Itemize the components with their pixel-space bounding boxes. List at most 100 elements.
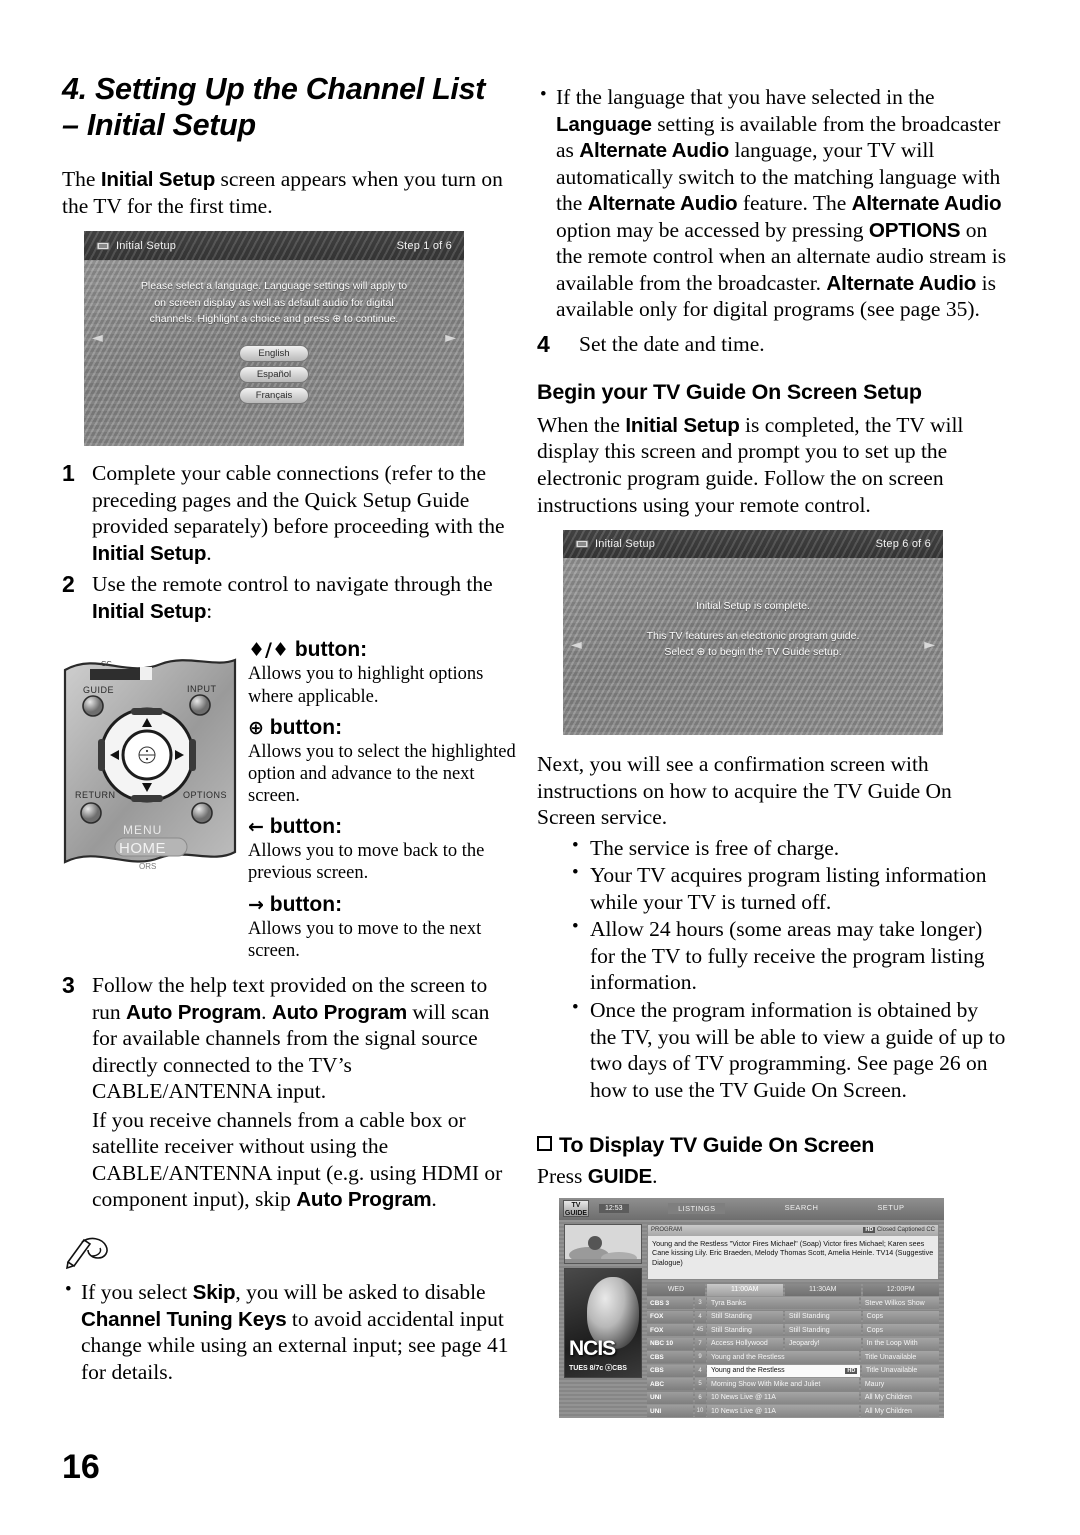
channel-logo: UNI — [647, 1405, 693, 1418]
program-cell[interactable]: Still Standing — [784, 1324, 862, 1337]
guide-row[interactable]: NBC 10 7 Access Hollywood Jeopardy! In t… — [647, 1337, 939, 1350]
button-left-desc: Allows you to move back to the previous … — [248, 841, 485, 884]
tv-message-2-line2: This TV features an electronic program g… — [646, 630, 860, 643]
tv-setup-icon — [96, 241, 110, 250]
select-circle-icon: ⊕ — [248, 716, 264, 739]
poster-title: NCIS — [569, 1336, 616, 1360]
para-next-confirmation: Next, you will see a confirmation screen… — [537, 752, 952, 830]
step-1: 1 Complete your cable connections (refer… — [62, 460, 517, 566]
step-4: 4 Set the date and time. — [537, 331, 1007, 358]
guide-row[interactable]: FOX 45 Still Standing Still Standing Cop… — [647, 1324, 939, 1337]
step-1-number: 1 — [62, 460, 75, 487]
guide-menu-setup[interactable]: SETUP — [877, 1203, 904, 1214]
tv-message-2: Initial Setup is complete. This TV featu… — [563, 598, 943, 661]
alt-audio-bullet: If the language that you have selected i… — [537, 83, 1007, 323]
manual-page: 4. Setting Up the Channel List – Initial… — [0, 0, 1080, 1535]
program-cell[interactable]: 10 News Live @ 11A — [707, 1405, 860, 1418]
guide-info-bar: PROGRAM HD Closed Captioned CC — [648, 1224, 938, 1236]
guide-row[interactable]: ABC 5 Morning Show With Mike and Juliet … — [647, 1378, 939, 1391]
tv-titlebar-2: Initial Setup Step 6 of 6 — [563, 530, 943, 558]
step-2-text: Use the remote control to navigate throu… — [92, 572, 493, 623]
language-option-francais[interactable]: Français — [239, 387, 309, 404]
left-column: 4. Setting Up the Channel List – Initial… — [62, 72, 517, 1386]
guide-promo-poster: NCIS TUES 8/7c ⓢCBS — [564, 1267, 642, 1378]
step-3-text: Follow the help text provided on the scr… — [92, 972, 517, 1213]
hd-badge-icon: HD — [845, 1367, 858, 1374]
program-cell[interactable]: Access Hollywood — [707, 1337, 784, 1350]
button-updown-desc: Allows you to highlight options where ap… — [248, 664, 484, 707]
program-cell[interactable]: 10 News Live @ 11A — [707, 1391, 860, 1404]
channel-logo: ABC — [647, 1378, 693, 1391]
page-number: 16 — [62, 1448, 100, 1486]
language-option-english[interactable]: English — [239, 345, 309, 362]
language-option-espanol[interactable]: Español — [239, 366, 309, 383]
program-cell[interactable]: Cops — [862, 1310, 939, 1323]
checkbox-square-icon — [537, 1136, 552, 1152]
program-cell[interactable]: Still Standing — [707, 1324, 784, 1337]
button-updown-title: ♦/♦ button: — [248, 638, 368, 662]
svg-text:CC: CC — [101, 659, 112, 668]
guide-top-bar: TV GUIDE 12:53 LISTINGS SEARCH SETUP — [559, 1197, 944, 1220]
step-3: 3 Follow the help text provided on the s… — [62, 972, 517, 1213]
channel-number: 6 — [694, 1391, 706, 1404]
guide-time-3: 12:00PM — [862, 1283, 939, 1296]
channel-logo: CBS — [647, 1351, 693, 1364]
svg-text:RETURN: RETURN — [75, 790, 116, 800]
svg-text:ORS: ORS — [139, 862, 156, 871]
program-cell[interactable]: Jeopardy! — [784, 1337, 862, 1350]
tv-message-line3: channels. Highlight a choice and press ⊕… — [149, 312, 399, 325]
tv-screenshot-step6: Initial Setup Step 6 of 6 Initial Setup … — [563, 530, 943, 736]
program-cell[interactable]: Still Standing — [784, 1310, 862, 1323]
note-bullet: If you select Skip, you will be asked to… — [62, 1278, 517, 1385]
guide-row[interactable]: FOX 4 Still Standing Still Standing Cops — [647, 1310, 939, 1323]
program-cell[interactable]: Maury — [860, 1378, 939, 1391]
program-cell[interactable]: Steve Wilkos Show — [860, 1297, 939, 1310]
guide-row[interactable]: CBS 9 Young and the Restless Title Unava… — [647, 1351, 939, 1364]
guide-row-selected[interactable]: CBS 4 Young and the Restless HD Title Un… — [647, 1364, 939, 1377]
guide-menu-search[interactable]: SEARCH — [785, 1203, 819, 1214]
program-cell[interactable]: All My Children — [860, 1391, 939, 1404]
guide-row[interactable]: CBS 3 3 Tyra Banks Steve Wilkos Show — [647, 1297, 939, 1310]
program-cell[interactable]: Young and the Restless — [707, 1351, 860, 1364]
hd-badge-icon: HD — [863, 1227, 876, 1234]
channel-logo: CBS — [647, 1364, 693, 1377]
program-cell[interactable]: In the Loop With — [862, 1337, 939, 1350]
tv-guide-on-screen-screenshot: TV GUIDE 12:53 LISTINGS SEARCH SETUP NCI… — [559, 1197, 944, 1418]
guide-info-label: PROGRAM — [651, 1227, 683, 1234]
channel-logo: FOX — [647, 1324, 693, 1337]
right-column: If the language that you have selected i… — [537, 83, 1007, 1418]
channel-number: 4 — [694, 1310, 706, 1323]
button-definitions: ♦/♦ button: Allows you to highlight opti… — [248, 638, 517, 962]
step-2-number: 2 — [62, 571, 75, 598]
channel-number: 7 — [694, 1337, 706, 1350]
guide-info-right: HD Closed Captioned CC — [863, 1227, 935, 1234]
intro-paragraph: The Initial Setup screen appears when yo… — [62, 166, 503, 218]
tv-message-line2: on screen display as well as default aud… — [154, 296, 394, 309]
tv-noise-overlay — [84, 231, 464, 447]
svg-text:INPUT: INPUT — [187, 684, 217, 694]
program-cell-selected[interactable]: Young and the Restless HD — [707, 1364, 861, 1377]
step-1-text: Complete your cable connections (refer t… — [92, 461, 505, 565]
channel-logo: FOX — [647, 1310, 693, 1323]
program-cell[interactable]: Still Standing — [707, 1310, 784, 1323]
service-bullet-1: The service is free of charge. — [569, 834, 1007, 862]
program-cell[interactable]: Morning Show With Mike and Juliet — [707, 1378, 860, 1391]
program-cell[interactable]: Title Unavailable — [860, 1351, 939, 1364]
channel-number: 4 — [694, 1364, 706, 1377]
channel-number: 45 — [694, 1324, 706, 1337]
para-begin-setup: When the Initial Setup is completed, the… — [537, 412, 964, 517]
program-cell[interactable]: Title Unavailable — [861, 1364, 939, 1377]
program-cell[interactable]: Tyra Banks — [707, 1297, 860, 1310]
program-cell[interactable]: Cops — [862, 1324, 939, 1337]
tv-setup-icon — [575, 539, 589, 548]
guide-info-panel: PROGRAM HD Closed Captioned CC Young and… — [647, 1223, 939, 1280]
tv-titlebar-label-2: Initial Setup — [595, 537, 656, 550]
guide-row[interactable]: UNI 10 10 News Live @ 11A All My Childre… — [647, 1405, 939, 1418]
channel-logo: NBC 10 — [647, 1337, 693, 1350]
tv-left-arrow-icon: ◄ — [92, 329, 103, 346]
press-guide-text: Press GUIDE. — [537, 1164, 658, 1189]
guide-menu-listings[interactable]: LISTINGS — [668, 1203, 726, 1215]
program-cell[interactable]: All My Children — [860, 1405, 939, 1418]
guide-row[interactable]: UNI 6 10 News Live @ 11A All My Children — [647, 1391, 939, 1404]
left-arrow-icon: ← — [248, 816, 264, 839]
